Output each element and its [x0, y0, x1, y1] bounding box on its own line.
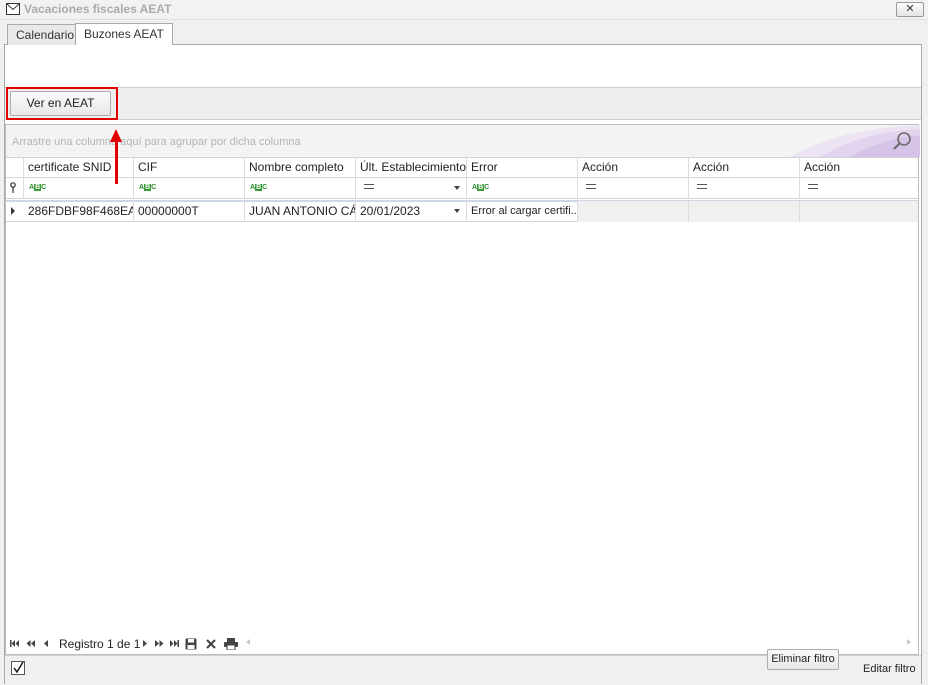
save-icon[interactable]: [185, 638, 197, 650]
first-record-icon[interactable]: [10, 639, 19, 648]
cell-ult-establecimiento[interactable]: 20/01/2023: [356, 201, 467, 222]
column-header-error[interactable]: Error: [467, 157, 578, 178]
cell-accion-1[interactable]: [578, 201, 689, 222]
text-filter-icon: ABC: [250, 184, 268, 191]
envelope-icon: [6, 3, 20, 15]
filter-pin-icon: [10, 182, 16, 193]
tab-calendario[interactable]: Calendario: [7, 24, 84, 45]
equals-filter-icon: [697, 184, 707, 189]
search-icon[interactable]: [892, 131, 912, 151]
filter-cell-nombre-completo[interactable]: ABC: [245, 178, 356, 199]
cancel-icon[interactable]: [206, 639, 216, 649]
previous-page-icon[interactable]: [26, 639, 35, 648]
equals-filter-icon: [808, 184, 818, 189]
annotation-arrow-shaft: [115, 141, 118, 184]
filter-cell-accion-2[interactable]: [689, 178, 800, 199]
row-indicator-icon: [11, 207, 15, 215]
column-header-nombre-completo[interactable]: Nombre completo: [245, 157, 356, 178]
filter-enabled-checkbox[interactable]: [11, 661, 25, 675]
highlight-box: [6, 87, 118, 120]
close-button[interactable]: ✕: [896, 2, 924, 17]
column-header-cif[interactable]: CIF: [134, 157, 245, 178]
window-title: Vacaciones fiscales AEAT: [24, 2, 172, 16]
column-header-accion-3[interactable]: Acción: [800, 157, 918, 178]
scroll-right-arrow-icon[interactable]: [907, 639, 911, 645]
cell-nombre-completo[interactable]: JUAN ANTONIO CÁ...: [245, 201, 356, 222]
column-header-accion-2[interactable]: Acción: [689, 157, 800, 178]
cell-certificate-snid[interactable]: 286FDBF98F468EA...: [24, 201, 134, 222]
last-record-icon[interactable]: [170, 639, 179, 648]
text-filter-icon: ABC: [29, 184, 47, 191]
column-header-ult-establecimiento[interactable]: Últ. Establecimiento: [356, 157, 467, 178]
header-indicator-cell: [6, 157, 24, 178]
scroll-left-arrow-icon[interactable]: [246, 639, 250, 645]
cell-accion-2[interactable]: [689, 201, 800, 222]
filter-cell-ult-establecimiento[interactable]: [356, 178, 467, 199]
cell-accion-3[interactable]: [800, 201, 918, 222]
next-page-icon[interactable]: [155, 639, 164, 648]
next-record-icon[interactable]: [142, 639, 148, 648]
dropdown-arrow-icon[interactable]: [454, 186, 460, 190]
column-header-accion-1[interactable]: Acción: [578, 157, 689, 178]
cell-cif[interactable]: 00000000T: [134, 201, 245, 222]
eliminar-filtro-button[interactable]: Eliminar filtro: [767, 649, 839, 670]
filter-cell-error[interactable]: ABC: [467, 178, 578, 199]
equals-filter-icon: [586, 184, 596, 189]
filter-cell-cif[interactable]: ABC: [134, 178, 245, 199]
filter-cell-accion-3[interactable]: [800, 178, 918, 199]
print-icon[interactable]: [224, 638, 238, 650]
filter-cell-accion-1[interactable]: [578, 178, 689, 199]
toolbar: [5, 87, 921, 120]
equals-filter-icon: [364, 184, 374, 189]
group-panel-decoration: [790, 125, 920, 157]
tab-buzones-aeat[interactable]: Buzones AEAT: [75, 23, 173, 45]
annotation-arrow-head: [110, 129, 122, 142]
record-counter: Registro 1 de 1: [59, 637, 141, 651]
text-filter-icon: ABC: [472, 184, 490, 191]
group-hint-text: Arrastre una columna aquí para agrupar p…: [12, 136, 301, 148]
dropdown-arrow-icon[interactable]: [454, 209, 460, 213]
text-filter-icon: ABC: [139, 184, 157, 191]
previous-record-icon[interactable]: [43, 639, 49, 648]
editar-filtro-link[interactable]: Editar filtro: [863, 663, 916, 675]
cell-error[interactable]: Error al cargar certifi...: [467, 201, 578, 222]
